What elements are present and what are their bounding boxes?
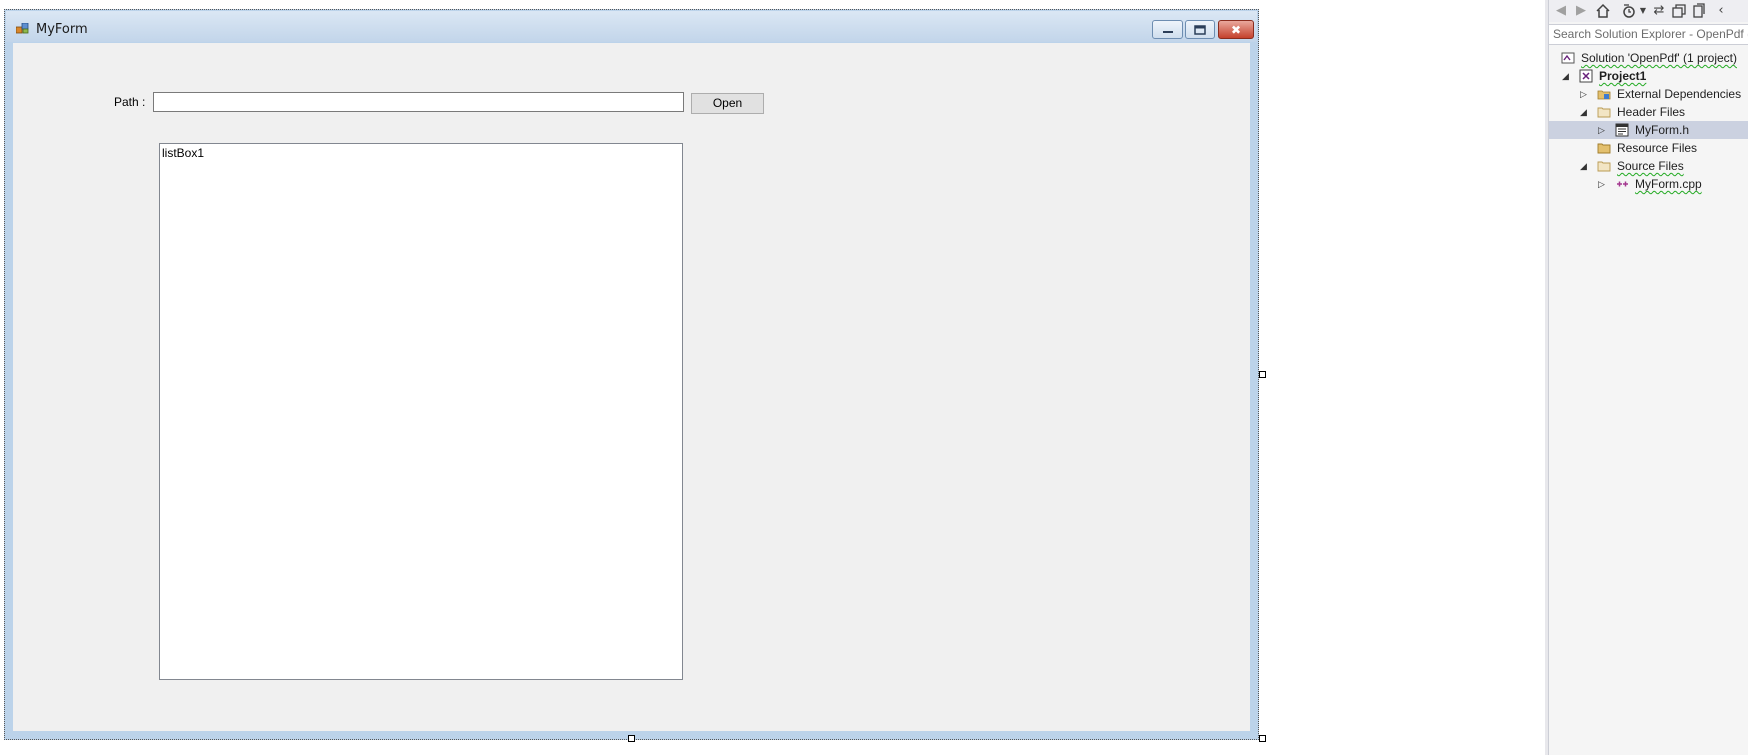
tree-item-solution[interactable]: Solution 'OpenPdf' (1 project) xyxy=(1549,49,1748,67)
expanded-arrow-icon[interactable]: ◢ xyxy=(1580,160,1590,172)
minimize-icon xyxy=(1162,30,1173,33)
tree-item-project[interactable]: ◢ Project1 xyxy=(1549,67,1748,85)
tree-item-label: External Dependencies xyxy=(1617,87,1742,101)
chevron-down-icon[interactable]: ▼ xyxy=(1635,3,1651,19)
tree-item-myform-cpp[interactable]: ▷ MyForm.cpp xyxy=(1549,175,1748,193)
expanded-arrow-icon[interactable]: ◢ xyxy=(1562,70,1572,82)
solution-explorer-search[interactable]: Search Solution Explorer - OpenPdf (Ctrl… xyxy=(1549,24,1748,45)
form-file-icon xyxy=(1615,123,1629,137)
expanded-arrow-icon[interactable]: ◢ xyxy=(1580,106,1590,118)
form-title-bar[interactable]: MyForm ✖ xyxy=(6,11,1257,42)
show-all-files-icon[interactable] xyxy=(1691,3,1707,19)
resize-handle-bottom-right[interactable] xyxy=(1259,735,1266,742)
tree-item-label: Resource Files xyxy=(1617,141,1698,155)
open-button[interactable]: Open xyxy=(691,93,764,114)
resize-handle-right[interactable] xyxy=(1259,371,1266,378)
collapsed-arrow-icon[interactable]: ▷ xyxy=(1598,124,1608,136)
tree-item-label: Source Files xyxy=(1617,159,1684,173)
solution-explorer-toolbar: ◀ ▶ ▼ ⇄ ‹ xyxy=(1549,0,1748,22)
form-window[interactable]: MyForm ✖ Path : Open listBox1 xyxy=(4,9,1259,740)
cpp-file-icon xyxy=(1617,181,1628,187)
folder-icon xyxy=(1597,161,1611,172)
home-icon[interactable] xyxy=(1595,3,1611,19)
form-app-icon xyxy=(16,23,29,34)
minimize-button[interactable] xyxy=(1152,20,1183,39)
solution-explorer-panel: ◀ ▶ ▼ ⇄ ‹ Search Solution Explorer - Ope… xyxy=(1548,0,1748,755)
sync-icon[interactable]: ⇄ xyxy=(1651,3,1667,19)
solution-icon xyxy=(1561,52,1575,64)
form-client-area: Path : Open listBox1 xyxy=(13,43,1250,731)
resize-handle-bottom[interactable] xyxy=(628,735,635,742)
path-input[interactable] xyxy=(153,92,684,112)
project-icon xyxy=(1579,69,1593,83)
tree-item-source-files[interactable]: ◢ Source Files xyxy=(1549,157,1748,175)
back-icon[interactable]: ◀ xyxy=(1553,3,1569,19)
maximize-icon xyxy=(1194,24,1206,35)
close-button[interactable]: ✖ xyxy=(1218,20,1254,39)
forward-icon[interactable]: ▶ xyxy=(1573,3,1589,19)
collapsed-arrow-icon[interactable]: ▷ xyxy=(1598,178,1608,190)
tree-item-myform-h[interactable]: ▷ MyForm.h xyxy=(1549,121,1748,139)
tree-item-label: Solution 'OpenPdf' (1 project) xyxy=(1581,51,1737,65)
listbox-item[interactable]: listBox1 xyxy=(162,146,204,160)
listbox[interactable]: listBox1 xyxy=(159,143,683,680)
form-title: MyForm xyxy=(36,22,88,37)
tree-item-label: MyForm.cpp xyxy=(1635,177,1702,191)
path-label: Path : xyxy=(114,95,146,109)
tree-item-label: MyForm.h xyxy=(1635,123,1689,137)
tree-item-header-files[interactable]: ◢ Header Files xyxy=(1549,103,1748,121)
chevron-left-icon[interactable]: ‹ xyxy=(1713,3,1729,19)
close-icon: ✖ xyxy=(1230,22,1242,37)
tree-item-external-dependencies[interactable]: ▷ External Dependencies xyxy=(1549,85,1748,103)
folder-icon xyxy=(1597,107,1611,118)
tree-item-resource-files[interactable]: Resource Files xyxy=(1549,139,1748,157)
collapse-all-icon[interactable] xyxy=(1671,3,1687,19)
collapsed-arrow-icon[interactable]: ▷ xyxy=(1580,88,1590,100)
external-deps-icon xyxy=(1597,90,1611,100)
form-designer-surface: MyForm ✖ Path : Open listBox1 xyxy=(0,0,1548,755)
tree-item-label: Project1 xyxy=(1599,69,1647,83)
folder-icon xyxy=(1597,143,1611,154)
maximize-button[interactable] xyxy=(1185,20,1215,39)
tree-item-label: Header Files xyxy=(1617,105,1686,119)
